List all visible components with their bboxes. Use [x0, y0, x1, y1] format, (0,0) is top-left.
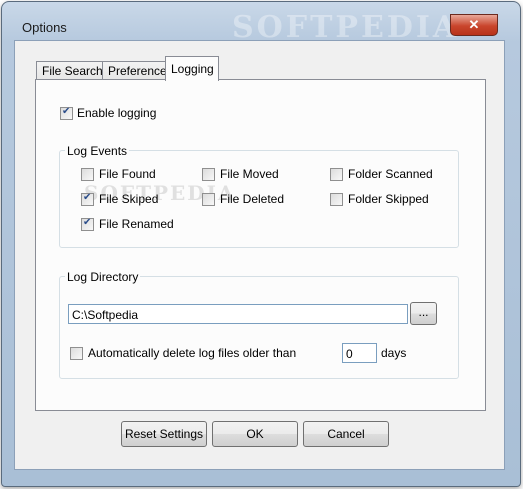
- file-renamed-checkbox[interactable]: [81, 217, 94, 231]
- folder-skipped-checkbox[interactable]: [330, 193, 343, 206]
- file-moved-checkbox[interactable]: [202, 168, 215, 181]
- log-events-title: Log Events: [65, 144, 130, 158]
- logging-panel: Enable logging Log Events SOFTPEDIA File…: [35, 79, 486, 411]
- file-moved-label: File Moved: [220, 167, 279, 181]
- ok-button[interactable]: OK: [212, 421, 298, 447]
- log-directory-group: [59, 276, 459, 379]
- cancel-button[interactable]: Cancel: [303, 421, 389, 447]
- title-bar[interactable]: Options SOFTPEDIA ✕: [2, 2, 520, 45]
- tab-logging[interactable]: Logging: [165, 56, 219, 81]
- folder-skipped-label: Folder Skipped: [348, 192, 429, 206]
- file-found-checkbox[interactable]: [81, 168, 94, 181]
- folder-scanned-checkbox[interactable]: [330, 168, 343, 181]
- browse-button[interactable]: ...: [410, 302, 437, 325]
- dialog-client-area: File Search Preference Logging Enable lo…: [14, 40, 505, 470]
- file-found-label: File Found: [99, 167, 156, 181]
- tab-file-search[interactable]: File Search: [36, 61, 106, 81]
- log-directory-title: Log Directory: [65, 270, 141, 284]
- auto-delete-checkbox[interactable]: [70, 347, 83, 360]
- reset-settings-button[interactable]: Reset Settings: [121, 421, 207, 447]
- enable-logging-label: Enable logging: [77, 106, 157, 120]
- file-renamed-label: File Renamed: [99, 217, 174, 231]
- days-input[interactable]: 0: [342, 343, 377, 363]
- file-skiped-checkbox[interactable]: [81, 192, 94, 206]
- tab-preference[interactable]: Preference: [102, 61, 171, 81]
- options-window: Options SOFTPEDIA ✕ File Search Preferen…: [1, 1, 521, 487]
- close-button[interactable]: ✕: [450, 14, 498, 36]
- folder-scanned-label: Folder Scanned: [348, 167, 433, 181]
- log-directory-input[interactable]: C:\Softpedia: [68, 304, 408, 324]
- file-deleted-checkbox[interactable]: [202, 193, 215, 206]
- days-label: days: [381, 346, 407, 360]
- file-skiped-label: File Skiped: [99, 192, 159, 206]
- auto-delete-label: Automatically delete log files older tha…: [88, 346, 297, 360]
- file-deleted-label: File Deleted: [220, 192, 285, 206]
- window-title: Options: [22, 20, 67, 35]
- enable-logging-checkbox[interactable]: [60, 106, 73, 120]
